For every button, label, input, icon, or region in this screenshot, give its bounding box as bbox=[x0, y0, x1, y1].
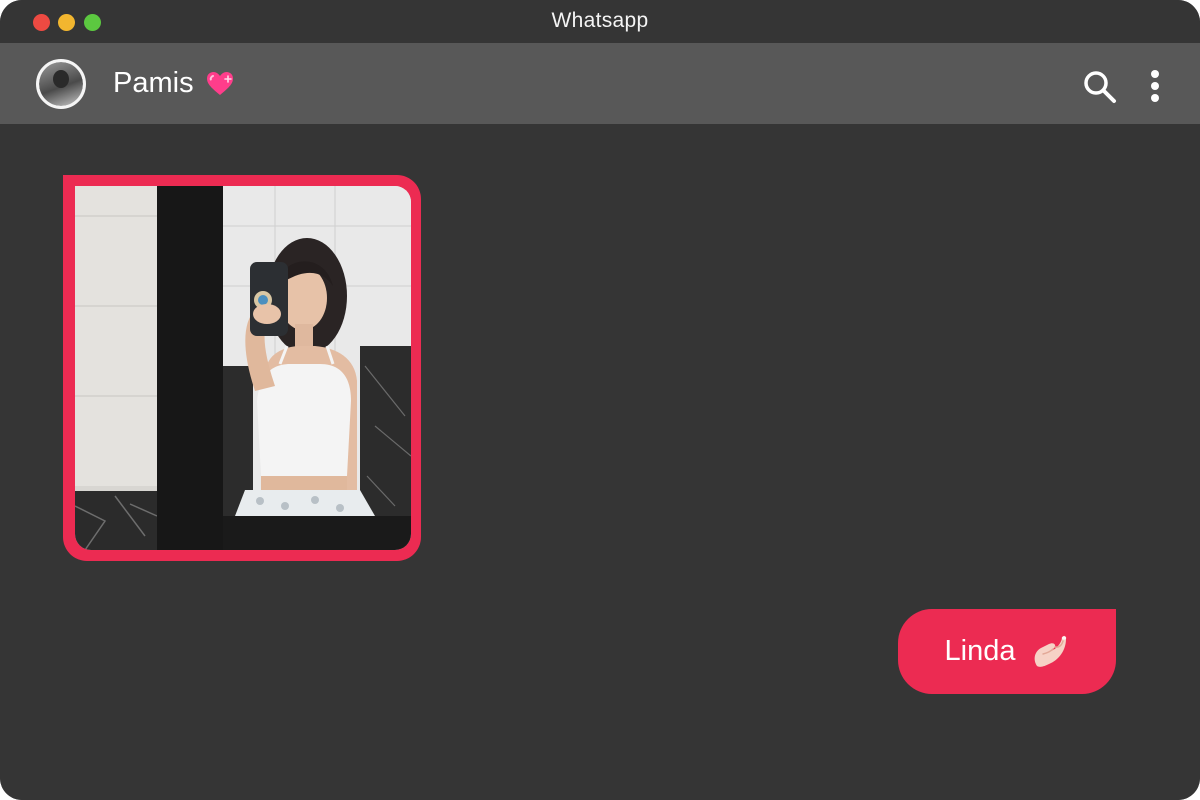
app-window: Whatsapp Pamis Linda bbox=[0, 0, 1200, 800]
more-vertical-icon[interactable] bbox=[1145, 69, 1165, 105]
contact-name: Pamis bbox=[113, 67, 194, 99]
chat-body: Linda bbox=[0, 124, 1200, 800]
title-bar: Whatsapp bbox=[0, 0, 1200, 43]
pinch-icon bbox=[1029, 632, 1069, 672]
heart-icon bbox=[206, 71, 234, 97]
message-text: Linda bbox=[944, 635, 1016, 667]
image-message[interactable] bbox=[63, 175, 421, 561]
text-message[interactable]: Linda bbox=[898, 609, 1116, 694]
chat-header: Pamis bbox=[0, 43, 1200, 124]
window-title: Whatsapp bbox=[551, 9, 649, 32]
contact-avatar[interactable] bbox=[36, 59, 86, 109]
avatar-image bbox=[39, 62, 83, 106]
contact-info[interactable]: Pamis bbox=[113, 67, 234, 100]
message-photo[interactable] bbox=[75, 186, 411, 550]
search-icon[interactable] bbox=[1082, 69, 1118, 105]
